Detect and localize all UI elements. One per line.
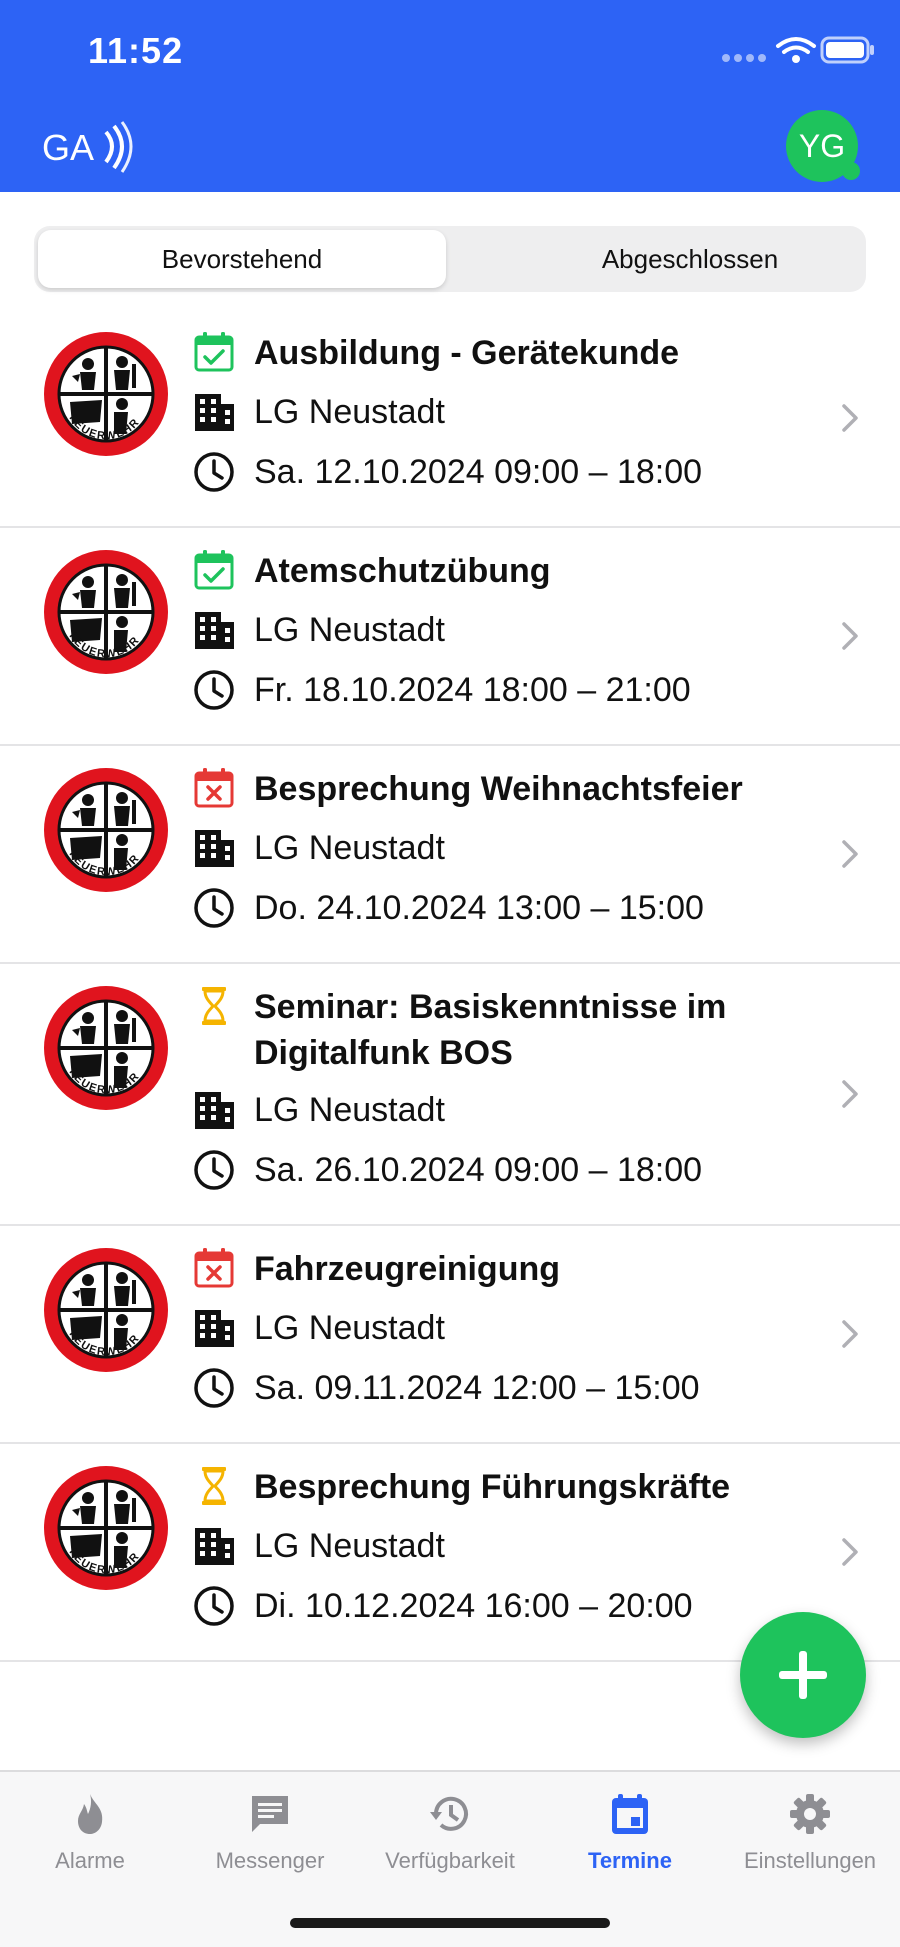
building-icon <box>192 1524 236 1568</box>
event-location: LG Neustadt <box>254 1527 445 1565</box>
tab-label: Termine <box>588 1848 672 1873</box>
building-icon <box>192 1088 236 1132</box>
wifi-icon <box>776 37 816 54</box>
home-indicator <box>290 1918 610 1928</box>
event-time: Fr. 18.10.2024 18:00 – 21:00 <box>254 671 691 709</box>
clock-icon <box>192 1148 236 1192</box>
chevron-right-icon <box>840 1318 860 1350</box>
avatar-initials: YG <box>798 127 846 164</box>
plus-icon <box>779 1651 827 1699</box>
fire-department-emblem <box>42 548 170 676</box>
segment-completed[interactable]: Abgeschlossen <box>486 230 894 288</box>
battery-icon <box>820 36 874 64</box>
tab-alarme[interactable]: Alarme <box>0 1790 180 1874</box>
add-event-button[interactable] <box>740 1612 866 1738</box>
event-title: Fahrzeugreinigung <box>254 1250 560 1288</box>
fire-department-emblem <box>42 766 170 894</box>
flame-icon <box>78 1794 103 1834</box>
event-time: Sa. 12.10.2024 09:00 – 18:00 <box>254 453 703 491</box>
event-row[interactable]: Fahrzeugreinigung LG Neustadt Sa. 09.11.… <box>0 1226 900 1444</box>
tab-label: Einstellungen <box>743 1848 877 1873</box>
history-icon <box>430 1796 468 1831</box>
event-time: Sa. 09.11.2024 12:00 – 15:00 <box>254 1369 700 1407</box>
calendar-x-icon <box>192 766 236 810</box>
clock-icon <box>192 450 236 494</box>
clock-icon <box>192 1584 236 1628</box>
hourglass-icon <box>192 984 236 1028</box>
status-time: 11:52 <box>88 30 184 71</box>
tab-messenger[interactable]: Messenger <box>180 1790 360 1874</box>
event-time: Di. 10.12.2024 16:00 – 20:00 <box>254 1587 693 1625</box>
chevron-right-icon <box>840 620 860 652</box>
calendar-check-icon <box>192 330 236 374</box>
event-title: Ausbildung - Gerätekunde <box>254 334 680 372</box>
app-header: 11:52 GA YG <box>0 0 900 192</box>
signal-icon <box>722 54 766 62</box>
event-row[interactable]: Besprechung Weihnachtsfeier LG Neustadt … <box>0 746 900 964</box>
event-row[interactable]: Atemschutzübung LG Neustadt Fr. 18.10.20… <box>0 528 900 746</box>
event-location: LG Neustadt <box>254 611 445 649</box>
event-list: Ausbildung - Gerätekunde LG Neustadt Sa.… <box>0 310 900 1662</box>
event-title: Atemschutzübung <box>254 552 551 590</box>
tab-termine[interactable]: Termine <box>540 1790 720 1874</box>
segment-upcoming[interactable]: Bevorstehend <box>38 230 446 288</box>
chevron-right-icon <box>840 1536 860 1568</box>
tab-label: Verfügbarkeit <box>385 1848 515 1873</box>
chevron-right-icon <box>840 838 860 870</box>
segmented-control: Bevorstehend Abgeschlossen <box>34 226 866 292</box>
tab-label: Messenger <box>215 1848 325 1873</box>
building-icon <box>192 608 236 652</box>
calendar-x-icon <box>192 1246 236 1290</box>
building-icon <box>192 826 236 870</box>
clock-icon <box>192 886 236 930</box>
app-logo: GA <box>42 121 133 173</box>
fire-department-emblem <box>42 1464 170 1592</box>
tab-label: Alarme <box>55 1848 125 1873</box>
clock-icon <box>192 1366 236 1410</box>
hourglass-icon <box>192 1464 236 1508</box>
calendar-icon <box>612 1794 648 1834</box>
event-time: Do. 24.10.2024 13:00 – 15:00 <box>254 889 704 927</box>
tab-verfuegbarkeit[interactable]: Verfügbarkeit <box>360 1790 540 1874</box>
event-location: LG Neustadt <box>254 1309 445 1347</box>
event-location: LG Neustadt <box>254 829 445 867</box>
event-row[interactable]: Ausbildung - Gerätekunde LG Neustadt Sa.… <box>0 310 900 528</box>
event-time: Sa. 26.10.2024 09:00 – 18:00 <box>254 1151 703 1189</box>
fire-department-emblem <box>42 984 170 1112</box>
gear-icon <box>790 1794 830 1834</box>
chevron-right-icon <box>840 1078 860 1110</box>
fire-department-emblem <box>42 1246 170 1374</box>
svg-text:GA: GA <box>42 127 94 168</box>
avatar-status-dot <box>842 162 860 180</box>
user-avatar[interactable]: YG <box>786 110 860 182</box>
status-icons <box>722 36 874 64</box>
calendar-check-icon <box>192 548 236 592</box>
event-title: Seminar: Basiskenntnisse im Digitalfunk … <box>254 988 727 1072</box>
building-icon <box>192 390 236 434</box>
chat-icon <box>252 1796 288 1832</box>
event-title: Besprechung Weihnachtsfeier <box>254 770 743 808</box>
fire-department-emblem <box>42 330 170 458</box>
event-location: LG Neustadt <box>254 1091 445 1129</box>
chevron-right-icon <box>840 402 860 434</box>
event-title: Besprechung Führungskräfte <box>254 1468 731 1506</box>
clock-icon <box>192 668 236 712</box>
tab-einstellungen[interactable]: Einstellungen <box>720 1790 900 1874</box>
event-location: LG Neustadt <box>254 393 445 431</box>
building-icon <box>192 1306 236 1350</box>
event-row[interactable]: Seminar: Basiskenntnisse im Digitalfunk … <box>0 964 900 1226</box>
